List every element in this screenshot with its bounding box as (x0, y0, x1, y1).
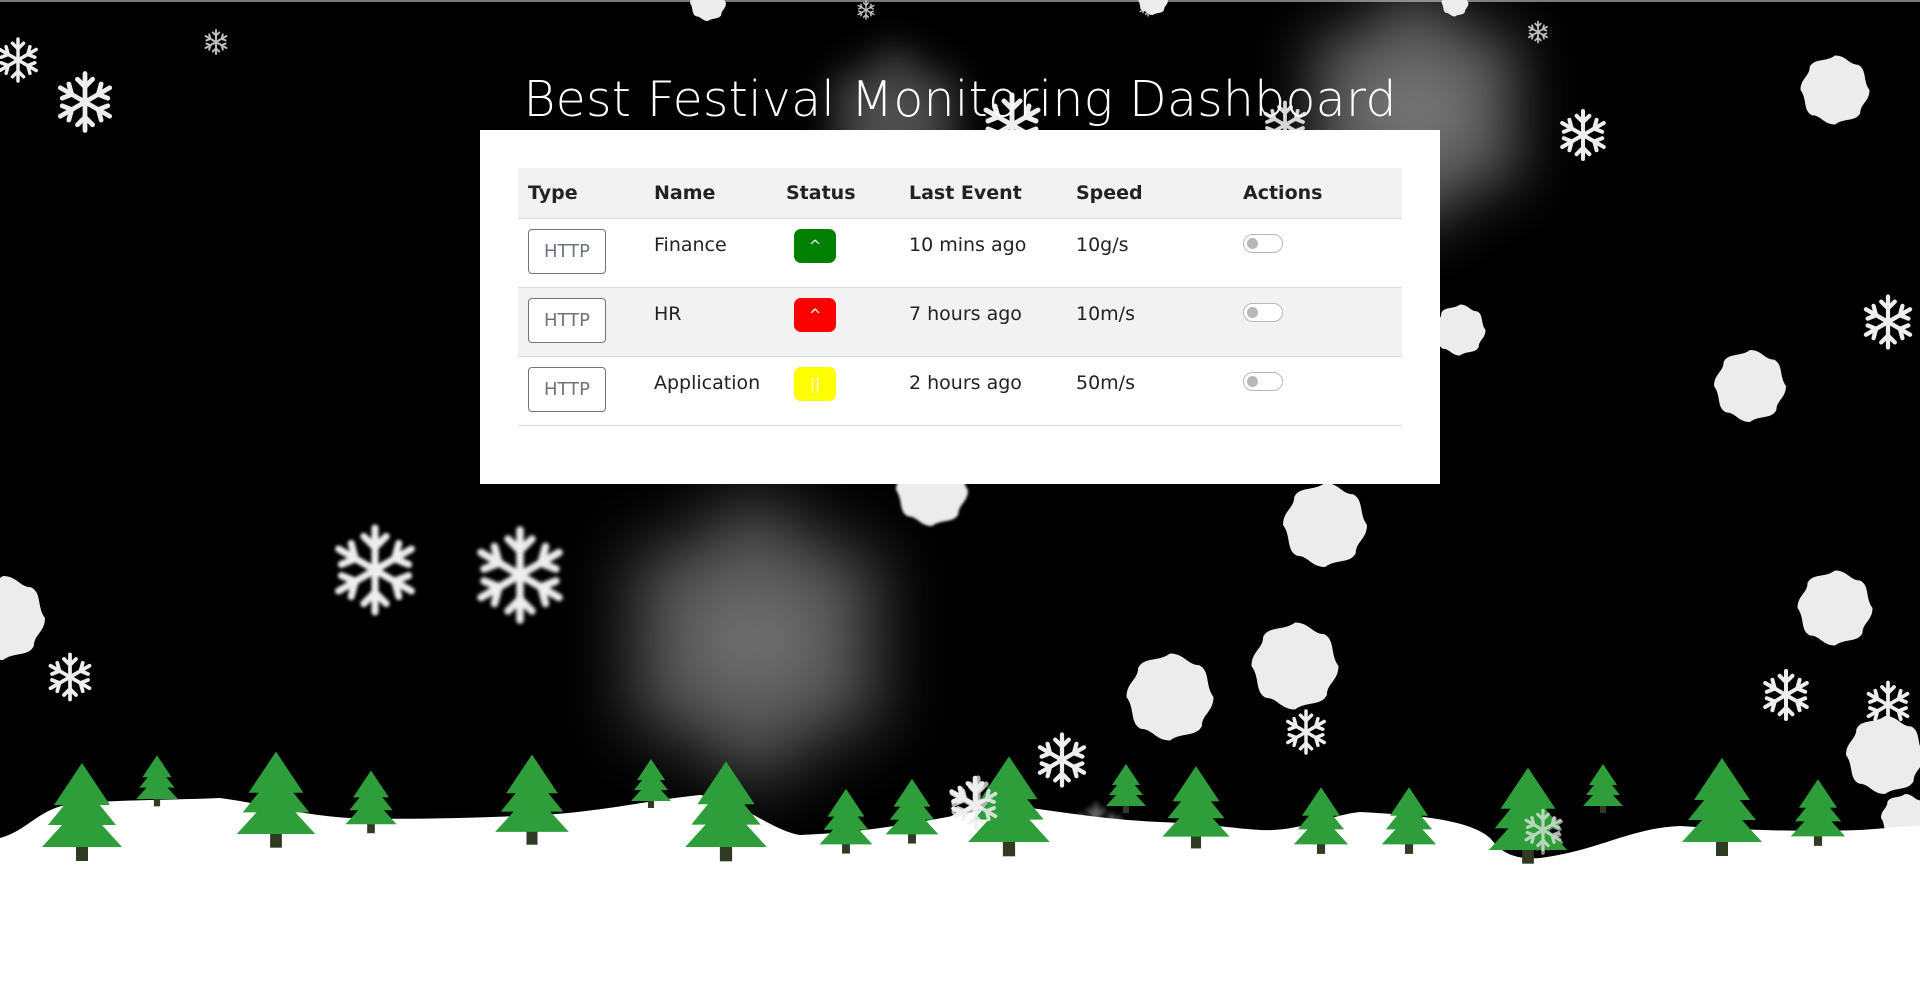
last-event-text: 2 hours ago (909, 372, 1022, 394)
speed-text: 10g/s (1076, 234, 1129, 256)
name-cell: Finance (644, 218, 776, 288)
toggle-knob (1247, 238, 1258, 249)
column-header-actions: Actions (1233, 168, 1402, 219)
type-cell: HTTP (518, 218, 644, 288)
column-header-speed: Speed (1066, 168, 1233, 219)
enable-toggle[interactable] (1243, 372, 1283, 391)
actions-cell (1233, 287, 1402, 357)
type-cell: HTTP (518, 287, 644, 357)
toggle-knob (1247, 307, 1258, 318)
column-header-status: Status (776, 168, 899, 219)
last-event-cell: 7 hours ago (899, 287, 1066, 357)
speed-cell: 10g/s (1066, 218, 1233, 288)
table-row: HTTP HR ^ 7 hours ago 10m/s (518, 287, 1402, 357)
type-cell: HTTP (518, 356, 644, 426)
status-cell: ^ (776, 287, 899, 357)
monitor-name: Finance (654, 234, 727, 256)
column-header-name: Name (644, 168, 776, 219)
table-row: HTTP Finance ^ 10 mins ago 10g/s (518, 218, 1402, 288)
speed-text: 10m/s (1076, 303, 1135, 325)
enable-toggle[interactable] (1243, 234, 1283, 253)
speed-text: 50m/s (1076, 372, 1135, 394)
type-button[interactable]: HTTP (528, 298, 606, 343)
status-badge: || (794, 367, 836, 401)
column-header-last-event: Last Event (899, 168, 1066, 219)
speed-cell: 50m/s (1066, 356, 1233, 426)
last-event-text: 7 hours ago (909, 303, 1022, 325)
toggle-knob (1247, 376, 1258, 387)
status-badge: ^ (794, 229, 836, 263)
monitor-panel: Type Name Status Last Event Speed Action… (480, 130, 1440, 484)
monitor-table: Type Name Status Last Event Speed Action… (518, 168, 1402, 426)
name-cell: HR (644, 287, 776, 357)
actions-cell (1233, 218, 1402, 288)
last-event-text: 10 mins ago (909, 234, 1027, 256)
table-header-row: Type Name Status Last Event Speed Action… (518, 168, 1402, 219)
table-row: HTTP Application || 2 hours ago 50m/s (518, 356, 1402, 426)
column-header-type: Type (518, 168, 644, 219)
status-cell: ^ (776, 218, 899, 288)
speed-cell: 10m/s (1066, 287, 1233, 357)
actions-cell (1233, 356, 1402, 426)
status-badge: ^ (794, 298, 836, 332)
last-event-cell: 2 hours ago (899, 356, 1066, 426)
monitor-name: Application (654, 372, 761, 394)
last-event-cell: 10 mins ago (899, 218, 1066, 288)
status-cell: || (776, 356, 899, 426)
type-button[interactable]: HTTP (528, 229, 606, 274)
name-cell: Application (644, 356, 776, 426)
page-title: Best Festival Monitoring Dashboard (523, 70, 1397, 128)
type-button[interactable]: HTTP (528, 367, 606, 412)
monitor-name: HR (654, 303, 682, 325)
enable-toggle[interactable] (1243, 303, 1283, 322)
